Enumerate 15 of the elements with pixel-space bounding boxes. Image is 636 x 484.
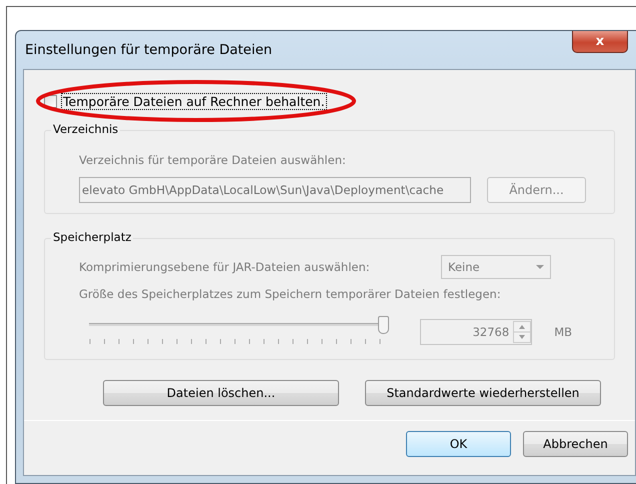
group-title: Verzeichnis [51,122,120,136]
group-title: Speicherplatz [51,230,134,244]
checkbox-label: Temporäre Dateien auf Rechner behalten. [61,92,327,110]
directory-prompt: Verzeichnis für temporäre Dateien auswählen: [79,153,346,167]
action-button[interactable]: Standardwerte wiederherstellen [365,380,601,406]
close-button[interactable]: x [572,31,628,53]
window-title: Einstellungen für temporäre Dateien [25,42,272,58]
spinner-arrows-icon [513,321,532,343]
dialog-button[interactable]: OK [406,431,511,457]
action-button[interactable]: Dateien löschen... [103,380,339,406]
unit-label: MB [554,325,572,339]
dialog-button[interactable]: Abbrechen [523,431,628,457]
size-label: Größe des Speicherplatzes zum Speichern temporärer Dateien festlegen: [79,287,501,301]
dropdown-arrow-icon [536,265,544,269]
compression-label: Komprimierungsebene für JAR-Dateien auswählen: [79,260,371,274]
